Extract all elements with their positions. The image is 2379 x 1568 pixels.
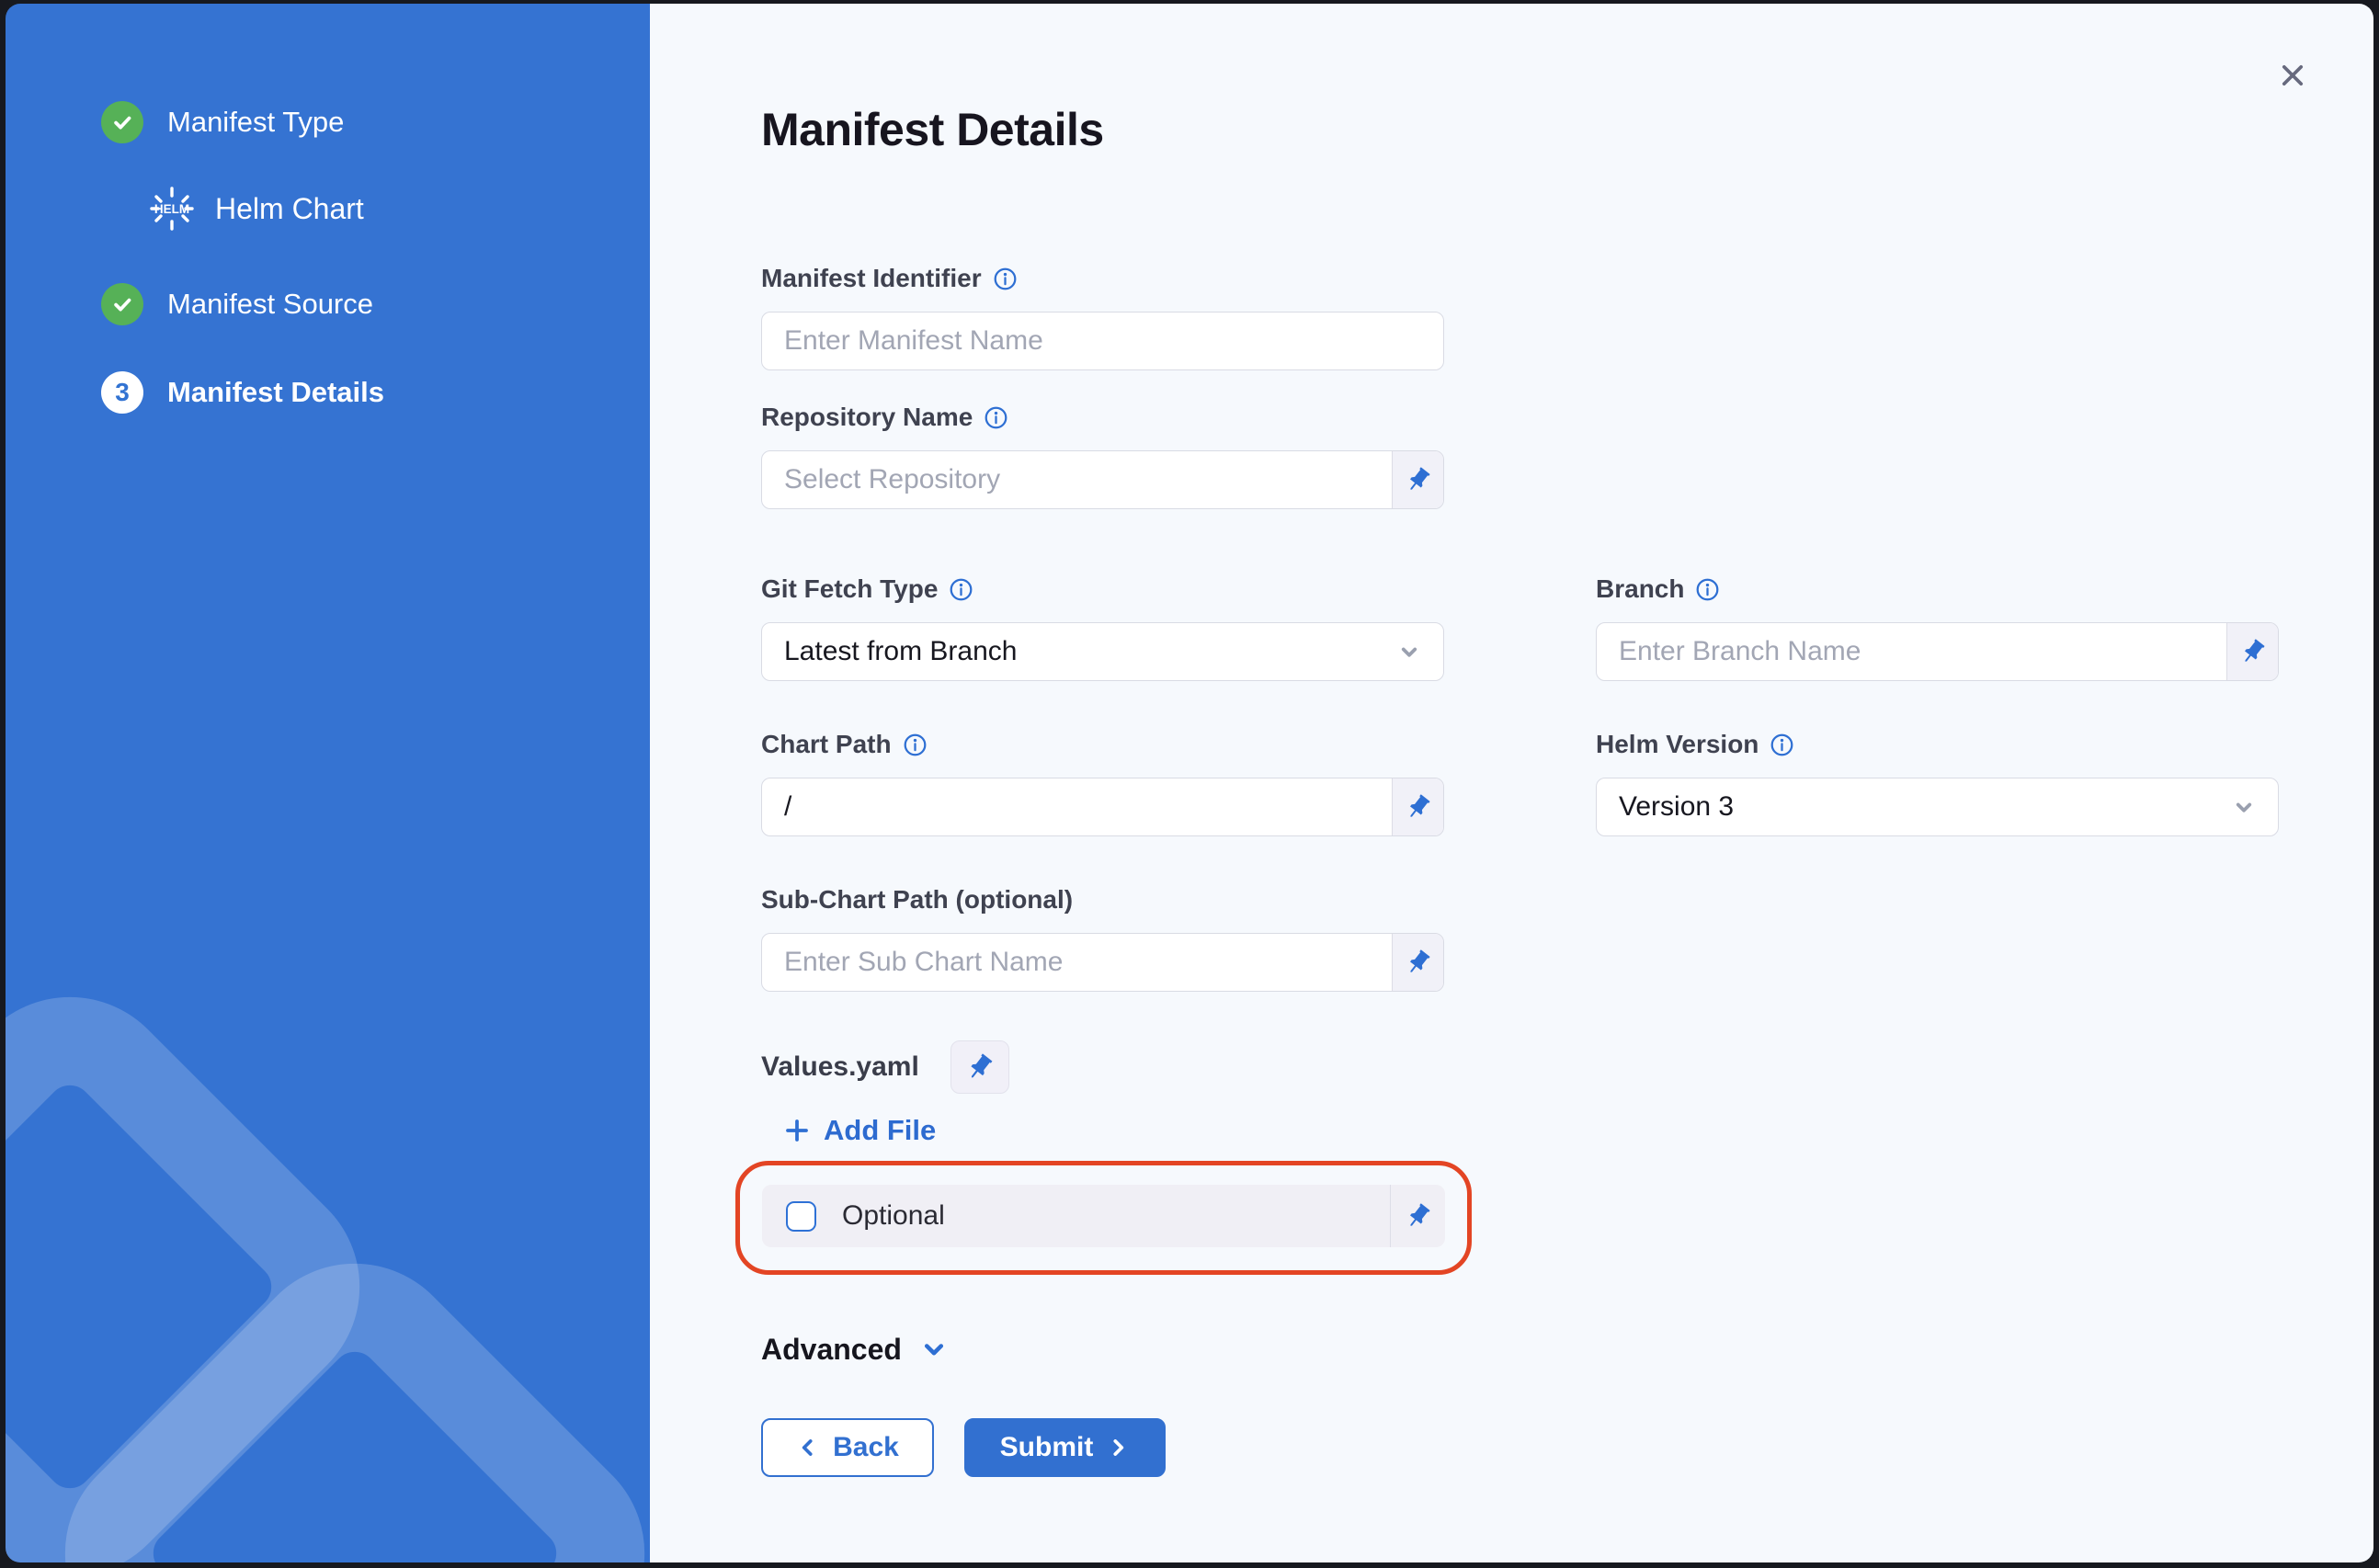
select-value: Version 3 (1619, 791, 1734, 823)
field-label: Repository Name (761, 403, 973, 432)
runtime-input-pin-button[interactable] (1392, 934, 1443, 991)
helm-version-select[interactable]: Version 3 (1596, 778, 2279, 836)
field-label: Git Fetch Type (761, 574, 938, 604)
field-label: Manifest Identifier (761, 264, 982, 293)
pin-icon (1405, 793, 1432, 821)
submit-label: Submit (1000, 1432, 1094, 1463)
plus-icon (783, 1117, 811, 1144)
pin-icon (1405, 1202, 1432, 1230)
advanced-toggle[interactable]: Advanced (761, 1331, 950, 1368)
harness-logo-watermark (6, 965, 650, 1562)
helm-icon-text: HELM (154, 202, 189, 216)
step-manifest-details[interactable]: 3 Manifest Details (101, 371, 650, 414)
wizard-sidebar: Manifest Type (6, 4, 650, 1562)
step-number-badge: 3 (101, 371, 143, 414)
manifest-identifier-input[interactable] (762, 312, 1443, 369)
pin-icon (965, 1052, 995, 1082)
chevron-down-icon (2230, 793, 2258, 821)
back-button[interactable]: Back (761, 1418, 934, 1477)
field-repository-name: Repository Name (761, 402, 1444, 509)
add-file-label: Add File (824, 1114, 936, 1147)
step-label: Manifest Source (167, 288, 373, 321)
optional-field: Optional (762, 1185, 1445, 1247)
info-icon[interactable] (949, 577, 973, 602)
manifest-details-form: Manifest Identifier Repository Name (761, 263, 2279, 1477)
field-label: Branch (1596, 574, 1684, 604)
values-yaml-row: Values.yaml (761, 1040, 2279, 1094)
step-label: Manifest Details (167, 376, 384, 409)
chart-path-input[interactable] (762, 778, 1392, 835)
chevron-right-icon (1106, 1436, 1130, 1460)
chevron-left-icon (796, 1436, 820, 1460)
add-file-button[interactable]: Add File (783, 1114, 936, 1147)
field-sub-chart-path: Sub-Chart Path (optional) (761, 884, 1444, 992)
git-fetch-type-select[interactable]: Latest from Branch (761, 622, 1444, 681)
field-helm-version: Helm Version Version 3 (1596, 729, 2279, 836)
runtime-input-pin-button[interactable] (2226, 623, 2278, 680)
info-icon[interactable] (903, 733, 928, 757)
field-label: Chart Path (761, 730, 892, 759)
runtime-input-pin-button[interactable] (1392, 451, 1443, 508)
manifest-wizard-modal: Manifest Type (6, 4, 2373, 1562)
step-complete-check-icon (101, 101, 143, 143)
chevron-down-icon (1395, 638, 1423, 665)
advanced-label: Advanced (761, 1333, 902, 1367)
runtime-input-pin-button[interactable] (1392, 778, 1443, 835)
manifest-details-panel: Manifest Details Manifest Identifier Rep… (650, 4, 2373, 1562)
field-manifest-identifier: Manifest Identifier (761, 263, 1444, 370)
page-title: Manifest Details (761, 103, 2373, 156)
step-label: Helm Chart (215, 192, 364, 226)
step-label: Manifest Type (167, 106, 344, 139)
step-helm-chart[interactable]: HELM Helm Chart (101, 185, 650, 233)
back-label: Back (833, 1432, 899, 1463)
optional-checkbox[interactable] (786, 1201, 816, 1232)
repository-name-input[interactable] (762, 451, 1392, 508)
close-button[interactable] (2272, 55, 2313, 96)
info-icon[interactable] (993, 267, 1018, 291)
optional-checkbox-label: Optional (842, 1200, 945, 1232)
info-icon[interactable] (1770, 733, 1794, 757)
branch-input[interactable] (1597, 623, 2226, 680)
highlight-annotation-box: Optional (735, 1161, 1472, 1275)
field-label: Helm Version (1596, 730, 1759, 759)
pin-icon (1405, 949, 1432, 976)
field-chart-path: Chart Path (761, 729, 1444, 836)
info-icon[interactable] (984, 405, 1008, 430)
sub-chart-path-input[interactable] (762, 934, 1392, 991)
chevron-down-icon (918, 1334, 950, 1365)
wizard-footer-buttons: Back Submit (761, 1418, 2279, 1477)
runtime-input-pin-button[interactable] (1390, 1185, 1445, 1247)
values-yaml-pin-button[interactable] (950, 1040, 1009, 1094)
pin-icon (1405, 466, 1432, 494)
field-git-fetch-type: Git Fetch Type Latest from Branch (761, 574, 1444, 681)
info-icon[interactable] (1695, 577, 1720, 602)
close-icon (2277, 60, 2308, 91)
values-yaml-label: Values.yaml (761, 1051, 919, 1083)
submit-button[interactable]: Submit (964, 1418, 1166, 1477)
select-value: Latest from Branch (784, 636, 1017, 667)
field-branch: Branch (1596, 574, 2279, 681)
step-manifest-type[interactable]: Manifest Type (101, 101, 650, 143)
helm-icon: HELM (148, 185, 196, 233)
pin-icon (2239, 638, 2267, 665)
field-label: Sub-Chart Path (optional) (761, 885, 1073, 915)
step-manifest-source[interactable]: Manifest Source (101, 283, 650, 325)
step-complete-check-icon (101, 283, 143, 325)
